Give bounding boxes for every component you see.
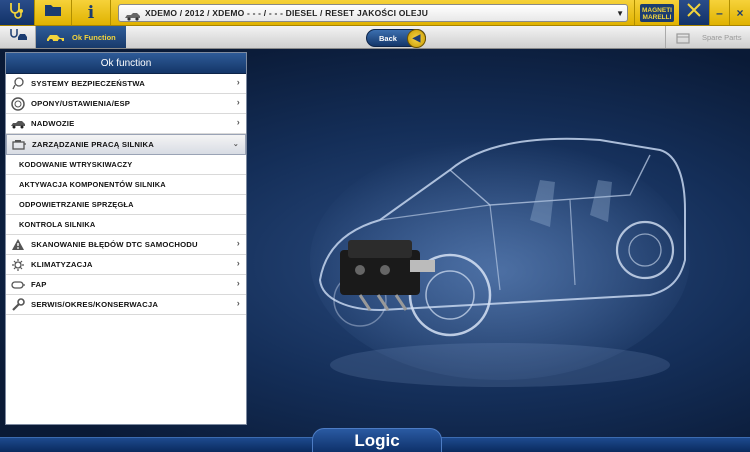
function-menu: SYSTEMY BEZPIECZEŃSTWA › OPONY/USTAWIENI… (6, 74, 246, 315)
menu-item-fap[interactable]: FAP › (6, 275, 246, 295)
logic-logo: Logic (312, 428, 442, 452)
svg-text:MARELLI: MARELLI (643, 14, 672, 21)
tire-icon (9, 96, 27, 111)
climate-icon (9, 258, 27, 272)
menu-item-tyres-esp[interactable]: OPONY/USTAWIENIA/ESP › (6, 94, 246, 114)
menu-item-label: AKTYWACJA KOMPONENTÓW SILNIKA (19, 180, 166, 189)
stethoscope-icon (7, 1, 27, 24)
diagnosis-mini-button[interactable] (0, 26, 36, 48)
submenu-item-engine-check[interactable]: KONTROLA SILNIKA (6, 215, 246, 235)
menu-item-air-conditioning[interactable]: KLIMATYZACJA › (6, 255, 246, 275)
panel-title: Ok function (6, 53, 246, 74)
engine-icon (10, 138, 28, 152)
folder-icon (44, 3, 62, 22)
menu-item-label: SYSTEMY BEZPIECZEŃSTWA (31, 79, 146, 88)
chevron-right-icon: › (236, 258, 240, 268)
info-button[interactable]: i (72, 0, 111, 25)
particulate-filter-icon (9, 278, 27, 292)
secondary-toolbar: Ok Function Back ◀ Spare Parts (0, 26, 750, 49)
menu-item-label: ODPOWIETRZANIE SPRZĘGŁA (19, 200, 134, 209)
top-toolbar: i XDEMO / 2012 / XDEMO - - - / - - - DIE… (0, 0, 750, 26)
back-button[interactable]: Back ◀ (366, 29, 426, 48)
menu-item-label: NADWOZIE (31, 119, 75, 128)
menu-item-label: SERWIS/OKRES/KONSERWACJA (31, 300, 159, 309)
chevron-right-icon: › (236, 298, 240, 308)
minimize-icon: – (716, 5, 723, 20)
menu-item-label: SKANOWANIE BŁĘDÓW DTC SAMOCHODU (31, 240, 198, 249)
spare-parts-button[interactable]: Spare Parts (665, 26, 750, 48)
chevron-right-icon: › (236, 278, 240, 288)
menu-item-label: KONTROLA SILNIKA (19, 220, 96, 229)
svg-text:MAGNETI: MAGNETI (642, 7, 672, 14)
diagnosis-button[interactable] (0, 0, 35, 25)
spare-parts-icon (676, 31, 690, 49)
menu-item-dtc-scan[interactable]: SKANOWANIE BŁĘDÓW DTC SAMOCHODU › (6, 235, 246, 255)
submenu-item-engine-components-activation[interactable]: AKTYWACJA KOMPONENTÓW SILNIKA (6, 175, 246, 195)
tab-ok-function-label: Ok Function (72, 32, 116, 42)
menu-item-label: OPONY/USTAWIENIA/ESP (31, 99, 131, 108)
arrow-left-icon: ◀ (407, 29, 426, 48)
function-panel: Ok function SYSTEMY BEZPIECZEŃSTWA › OPO… (5, 52, 247, 425)
menu-item-body[interactable]: NADWOZIE › (6, 114, 246, 134)
chevron-right-icon: › (236, 238, 240, 248)
info-icon: i (87, 2, 95, 23)
stethoscope-car-icon (8, 28, 28, 47)
spare-parts-label: Spare Parts (702, 32, 742, 42)
tab-ok-function[interactable]: Ok Function (36, 26, 126, 48)
menu-item-safety-systems[interactable]: SYSTEMY BEZPIECZEŃSTWA › (6, 74, 246, 94)
brand-logo: MAGNETI MARELLI (634, 0, 680, 25)
chevron-down-icon: ▼ (616, 9, 624, 18)
open-folder-button[interactable] (35, 0, 72, 25)
vehicle-path-text: XDEMO / 2012 / XDEMO - - - / - - - DIESE… (145, 8, 429, 18)
menu-item-label: KODOWANIE WTRYSKIWACZY (19, 160, 133, 169)
chevron-down-icon: ⌄ (232, 141, 239, 148)
close-button[interactable]: × (730, 0, 750, 25)
back-button-label: Back (379, 33, 397, 43)
chevron-right-icon: › (236, 77, 240, 87)
submenu-item-injector-coding[interactable]: KODOWANIE WTRYSKIWACZY (6, 155, 246, 175)
menu-item-service[interactable]: SERWIS/OKRES/KONSERWACJA › (6, 295, 246, 315)
car-icon (124, 8, 142, 26)
menu-item-label: FAP (31, 280, 47, 289)
menu-item-engine-management[interactable]: ZARZĄDZANIE PRACĄ SILNIKA ⌄ (6, 134, 246, 155)
wrench-icon (9, 297, 27, 312)
warning-icon (9, 238, 27, 252)
submenu-item-clutch-bleeding[interactable]: ODPOWIETRZANIE SPRZĘGŁA (6, 195, 246, 215)
chevron-right-icon: › (236, 117, 240, 127)
car-body-icon (9, 117, 27, 131)
car-illustration (300, 110, 695, 400)
chevron-right-icon: › (236, 97, 240, 107)
tools-icon (686, 2, 702, 23)
close-icon: × (736, 5, 744, 20)
ok-function-icon (46, 31, 66, 49)
menu-item-label: ZARZĄDZANIE PRACĄ SILNIKA (32, 140, 155, 149)
minimize-button[interactable]: – (710, 0, 730, 25)
airbag-icon (9, 77, 27, 91)
settings-button[interactable] (679, 0, 710, 25)
vehicle-path-select[interactable]: XDEMO / 2012 / XDEMO - - - / - - - DIESE… (118, 4, 628, 22)
magneti-marelli-logo: MAGNETI MARELLI (640, 3, 674, 22)
menu-item-label: KLIMATYZACJA (31, 260, 93, 269)
